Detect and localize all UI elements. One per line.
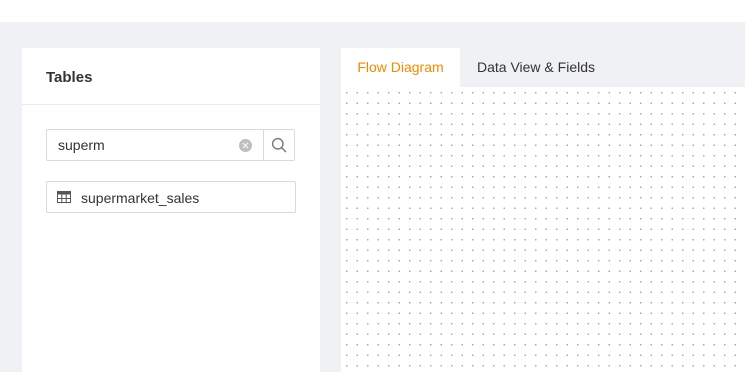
table-list-item-label: supermarket_sales: [81, 190, 200, 206]
app-window: Tables supermarket_sales Flow: [0, 0, 745, 372]
tables-panel: Tables supermarket_sales: [22, 48, 320, 372]
clear-search-icon[interactable]: [239, 139, 252, 152]
search-button[interactable]: [263, 130, 294, 160]
table-icon: [57, 191, 71, 203]
tab-data-view-fields[interactable]: Data View & Fields: [460, 48, 612, 87]
view-tabs: Flow Diagram Data View & Fields: [341, 48, 745, 87]
table-search-box: [46, 129, 295, 161]
tab-flow-diagram[interactable]: Flow Diagram: [341, 48, 460, 87]
top-bar: [0, 0, 745, 22]
table-search-input[interactable]: [47, 130, 252, 160]
tables-panel-title: Tables: [46, 69, 93, 86]
tables-panel-header: Tables: [22, 48, 320, 105]
flow-diagram-canvas[interactable]: [341, 87, 745, 372]
search-icon: [271, 137, 287, 153]
table-list-item[interactable]: supermarket_sales: [46, 181, 296, 213]
